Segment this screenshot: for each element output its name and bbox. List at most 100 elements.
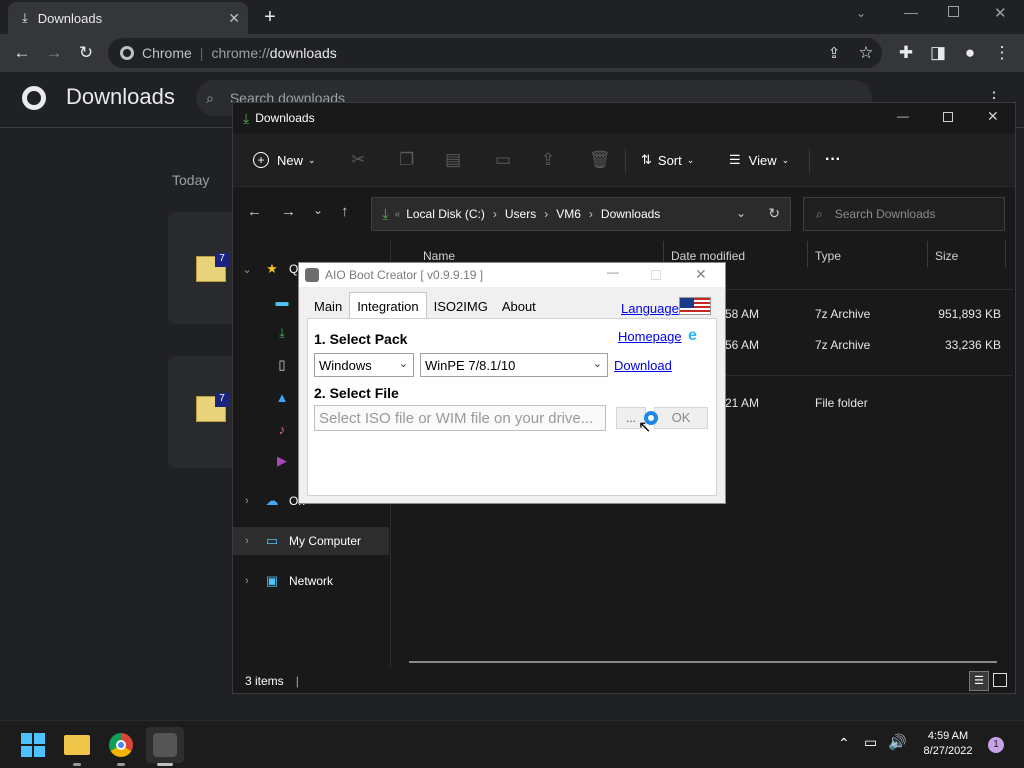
tab-about[interactable]: About — [495, 295, 543, 319]
file-size: 33,236 KB — [944, 338, 1001, 352]
col-type[interactable]: Type — [815, 249, 841, 263]
taskbar-aio-boot[interactable] — [146, 727, 184, 763]
tab-iso2img[interactable]: ISO2IMG — [427, 295, 495, 319]
col-date-modified[interactable]: Date modified — [671, 249, 745, 263]
network-status-icon[interactable]: ▭ — [864, 734, 877, 751]
archive-7z-icon: 7 — [196, 393, 229, 422]
start-button[interactable] — [14, 727, 52, 763]
us-flag-icon[interactable] — [679, 297, 711, 315]
tab-downloads[interactable]: ⤓ Downloads ✕ — [8, 2, 248, 34]
cut-icon[interactable]: ✂ — [351, 149, 365, 171]
explorer-title: Downloads — [255, 111, 315, 125]
address-refresh-icon[interactable]: ↻ — [768, 205, 780, 222]
share-icon[interactable]: ⇪ — [822, 41, 846, 65]
file-path-placeholder: Select ISO file or WIM file on your driv… — [319, 409, 594, 427]
nav-up-icon[interactable]: ↑ — [341, 203, 349, 220]
status-divider: | — [295, 674, 299, 688]
tab-main[interactable]: Main — [307, 295, 349, 319]
aio-titlebar: AIO Boot Creator [ v0.9.9.19 ] — [299, 263, 725, 287]
reload-icon[interactable]: ↻ — [74, 41, 98, 65]
download-link[interactable]: Download — [614, 358, 672, 373]
bookmark-star-icon[interactable]: ☆ — [854, 41, 878, 65]
file-path-input[interactable]: Select ISO file or WIM file on your driv… — [314, 405, 606, 431]
col-size[interactable]: Size — [935, 249, 958, 263]
rename-icon[interactable]: ▭ — [495, 149, 511, 171]
select-file-label: 2. Select File — [314, 385, 399, 401]
col-name[interactable]: Name — [423, 249, 455, 263]
close-window-icon[interactable]: ✕ — [994, 4, 1007, 22]
omnibox[interactable]: Chrome | chrome:// downloads — [108, 38, 882, 68]
view-button[interactable]: ☰ View ⌄ — [729, 149, 789, 171]
group-divider — [713, 375, 1013, 376]
paste-icon[interactable]: ▤ — [445, 149, 461, 171]
clock-date: 8/27/2022 — [923, 745, 973, 757]
aio-maximize-icon[interactable] — [651, 270, 661, 280]
minimize-icon[interactable]: — — [904, 4, 918, 20]
clock[interactable]: 4:59 AM 8/27/2022 — [916, 729, 980, 759]
pack-os-select[interactable]: Windows ⌄ — [314, 353, 414, 377]
star-icon: ★ — [266, 261, 278, 276]
chrome-menu-icon[interactable]: ⋮ — [990, 41, 1014, 65]
download-icon: ⤓ — [243, 109, 250, 126]
address-bar[interactable]: ⤓ « Local Disk (C:) › Users › VM6 › Down… — [371, 197, 791, 231]
side-panel-icon[interactable]: ◨ — [926, 41, 950, 65]
tab-close-icon[interactable]: ✕ — [228, 10, 240, 27]
explorer-close-icon[interactable]: ✕ — [987, 108, 999, 125]
nav-forward-icon[interactable]: → — [281, 203, 296, 220]
share-icon[interactable]: ⇪ — [541, 149, 555, 171]
breadcrumb-users[interactable]: Users — [505, 207, 536, 221]
pack-os-value: Windows — [319, 357, 372, 373]
language-link[interactable]: Language — [621, 301, 679, 316]
breadcrumb-vm6[interactable]: VM6 — [556, 207, 581, 221]
item-count: 3 items — [245, 674, 284, 688]
pack-version-select[interactable]: WinPE 7/8.1/10 ⌄ — [420, 353, 608, 377]
extensions-icon[interactable]: ✚ — [894, 41, 918, 65]
aio-app-icon — [153, 733, 177, 757]
search-icon: ⌕ — [816, 206, 823, 221]
explorer-search-placeholder: Search Downloads — [834, 207, 936, 221]
taskbar: ⌃ ▭ 🔊 4:59 AM 8/27/2022 1 — [0, 720, 1024, 768]
nav-network[interactable]: › ▣ Network — [233, 567, 389, 595]
nav-my-computer[interactable]: › ▭ My Computer — [233, 527, 389, 555]
sort-button[interactable]: ⇅ Sort ⌄ — [641, 149, 694, 171]
breadcrumb-downloads[interactable]: Downloads — [601, 207, 660, 221]
file-type: 7z Archive — [815, 338, 871, 352]
explorer-minimize-icon[interactable]: — — [897, 109, 909, 123]
nav-back-icon[interactable]: ← — [247, 203, 262, 220]
breadcrumb-local-disk[interactable]: Local Disk (C:) — [406, 207, 485, 221]
new-tab-icon[interactable]: + — [258, 5, 282, 29]
restore-icon[interactable] — [948, 6, 959, 17]
details-view-icon[interactable]: ☰ — [969, 671, 989, 691]
taskbar-chrome[interactable] — [102, 727, 140, 763]
recent-dropdown-icon[interactable]: ⌄ — [313, 203, 323, 217]
delete-icon[interactable]: 🗑 — [589, 149, 611, 171]
aio-app-icon — [305, 268, 319, 282]
tab-integration[interactable]: Integration — [349, 292, 427, 319]
show-hidden-icons[interactable]: ⌃ — [838, 735, 850, 752]
horizontal-scrollbar[interactable] — [409, 661, 997, 663]
new-button[interactable]: + New ⌄ — [253, 149, 316, 171]
volume-icon[interactable]: 🔊 — [888, 733, 907, 751]
explorer-maximize-icon[interactable] — [943, 112, 953, 122]
omnibox-divider: | — [199, 45, 204, 61]
videos-icon: ▶ — [277, 453, 287, 468]
aio-minimize-icon[interactable]: — — [607, 265, 619, 279]
tiles-view-icon[interactable] — [993, 673, 1007, 687]
view-label: View — [748, 152, 777, 168]
back-icon[interactable]: ← — [10, 41, 34, 65]
file-size: 951,893 KB — [938, 307, 1001, 321]
ie-icon: e — [688, 327, 697, 344]
forward-icon[interactable]: → — [42, 41, 66, 65]
address-dropdown-icon[interactable]: ⌄ — [736, 206, 746, 220]
explorer-search[interactable]: ⌕ Search Downloads — [803, 197, 1005, 231]
taskbar-file-explorer[interactable] — [58, 727, 96, 763]
tab-search-icon[interactable]: ⌄ — [856, 6, 866, 20]
ok-button[interactable]: OK — [654, 407, 708, 429]
copy-icon[interactable]: ❐ — [399, 149, 414, 171]
profile-icon[interactable]: ● — [958, 41, 982, 65]
aio-close-icon[interactable]: ✕ — [695, 266, 707, 283]
notification-badge[interactable]: 1 — [988, 737, 1004, 753]
sort-icon: ⇅ — [641, 152, 652, 167]
homepage-link[interactable]: Homepage — [618, 329, 682, 344]
more-options-icon[interactable]: ··· — [825, 149, 841, 171]
